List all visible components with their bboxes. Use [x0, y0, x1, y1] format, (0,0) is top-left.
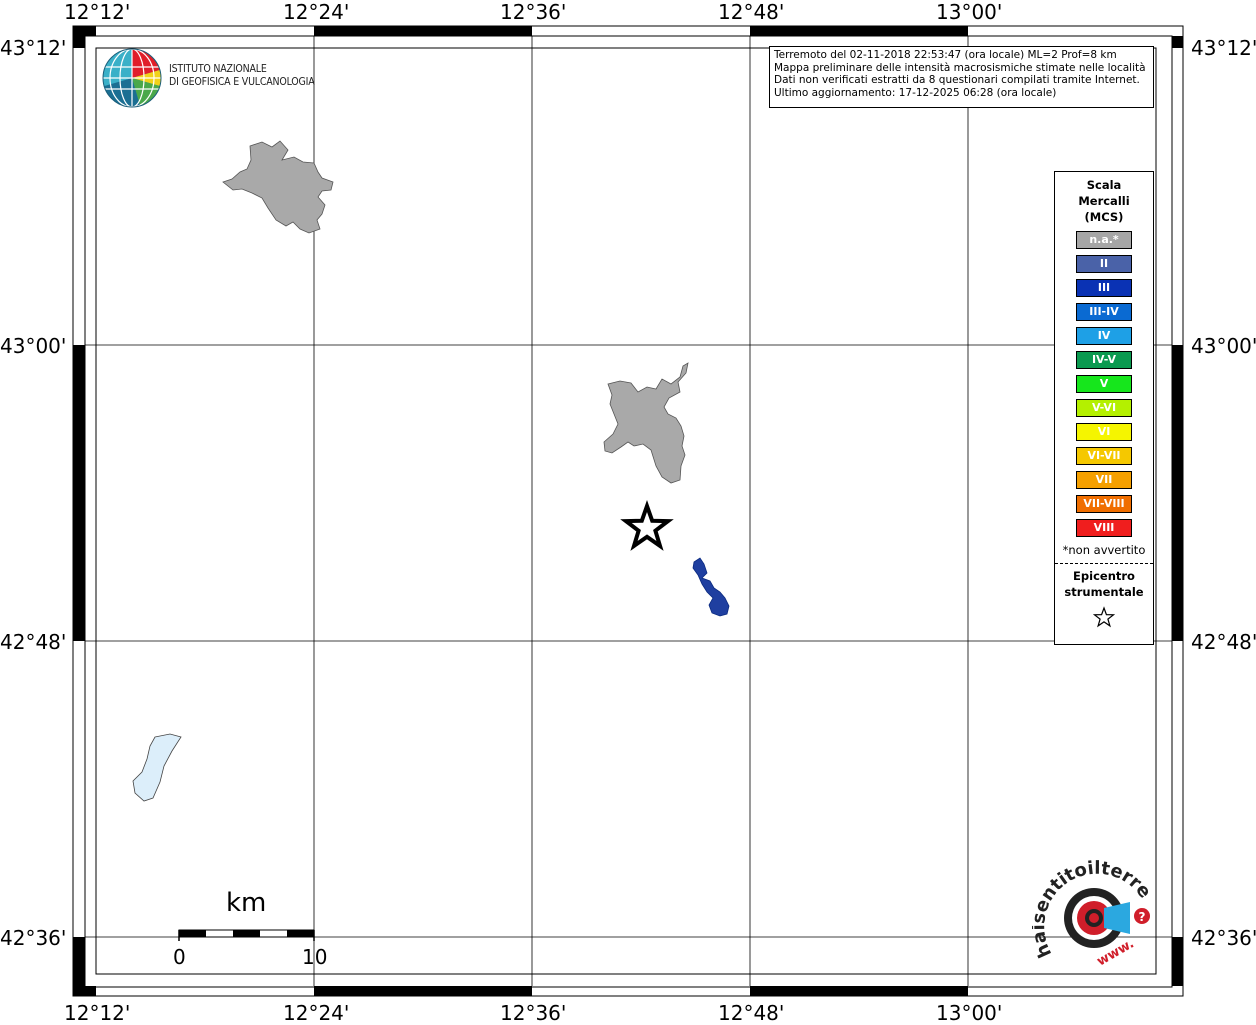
ingv-text: ISTITUTO NAZIONALE DI GEOFISICA E VULCAN… [169, 63, 315, 89]
legend-item: II [1076, 255, 1132, 273]
lon-label-bottom: 12°36' [500, 1001, 567, 1025]
lon-label-bottom: 12°12' [64, 1001, 131, 1025]
legend-epicenter-label: Epicentro strumentale [1055, 568, 1153, 600]
legend-item: VIII [1076, 519, 1132, 537]
lon-label-top: 13°00' [936, 0, 1003, 24]
legend-item: IV-V [1076, 351, 1132, 369]
scale-bar-end: 10 [302, 945, 328, 969]
mcs-legend: Scala Mercalli (MCS) n.a.* II III III-IV IV I… [1054, 171, 1154, 645]
target-icon [1064, 888, 1130, 948]
event-info-box: Terremoto del 02-11-2018 22:53:47 (ora l… [769, 46, 1154, 108]
legend-separator [1055, 563, 1153, 564]
question-mark: ? [1139, 910, 1146, 924]
hsit-logo: haisentitoilterremoto.it ? www. [1032, 854, 1155, 969]
legend-item: VII-VIII [1076, 495, 1132, 513]
lon-label-bottom: 13°00' [936, 1001, 1003, 1025]
ingv-line1: ISTITUTO NAZIONALE [169, 63, 267, 75]
lat-label-right: 42°48' [1191, 630, 1256, 654]
legend-title-line: Mercalli [1078, 194, 1130, 208]
scale-bar-start: 0 [173, 945, 186, 969]
lon-label-bottom: 12°24' [283, 1001, 350, 1025]
legend-item: n.a.* [1076, 231, 1132, 249]
lat-label-right: 43°12' [1191, 36, 1256, 60]
ingv-logo: ISTITUTO NAZIONALE DI GEOFISICA E VULCAN… [101, 47, 321, 111]
legend-epicenter-line: Epicentro [1073, 569, 1135, 583]
legend-item: III [1076, 279, 1132, 297]
legend-item: VI [1076, 423, 1132, 441]
legend-item: IV [1076, 327, 1132, 345]
legend-item: VII [1076, 471, 1132, 489]
lat-label-left: 42°36' [0, 926, 67, 950]
event-info-line: Ultimo aggiornamento: 17-12-2025 06:28 (… [774, 86, 1057, 99]
star-icon [1093, 606, 1115, 628]
lat-label-left: 42°48' [0, 630, 67, 654]
event-info-line: Terremoto del 02-11-2018 22:53:47 (ora l… [774, 49, 1117, 61]
legend-title-line: (MCS) [1084, 210, 1124, 224]
legend-items: n.a.* II III III-IV IV IV-V V V-VI VI VI-VII VII VI… [1055, 231, 1153, 537]
event-info-line: Mappa preliminare delle intensità macros… [774, 61, 1146, 74]
legend-item: V-VI [1076, 399, 1132, 417]
lon-label-top: 12°48' [718, 0, 785, 24]
lat-label-left: 43°00' [0, 334, 67, 358]
lon-label-top: 12°24' [283, 0, 350, 24]
legend-epicenter-line: strumentale [1064, 585, 1144, 599]
ingv-line2: DI GEOFISICA E VULCANOLOGIA [169, 76, 315, 88]
legend-item: III-IV [1076, 303, 1132, 321]
lon-label-bottom: 12°48' [718, 1001, 785, 1025]
legend-note: *non avvertito [1062, 543, 1146, 557]
lon-label-top: 12°36' [500, 0, 567, 24]
lat-label-left: 43°12' [0, 36, 67, 60]
scale-bar-unit: km [226, 888, 267, 918]
legend-title: Scala Mercalli (MCS) [1055, 177, 1153, 225]
lat-label-right: 42°36' [1191, 926, 1256, 950]
legend-title-line: Scala [1086, 178, 1122, 192]
legend-item: V [1076, 375, 1132, 393]
lat-label-right: 43°00' [1191, 334, 1256, 358]
event-info-line: Dati non verificati estratti da 8 questi… [774, 74, 1140, 87]
legend-item: VI-VII [1076, 447, 1132, 465]
map-frame-outer [72, 25, 1184, 997]
lon-label-top: 12°12' [64, 0, 131, 24]
globe-icon [102, 48, 162, 108]
